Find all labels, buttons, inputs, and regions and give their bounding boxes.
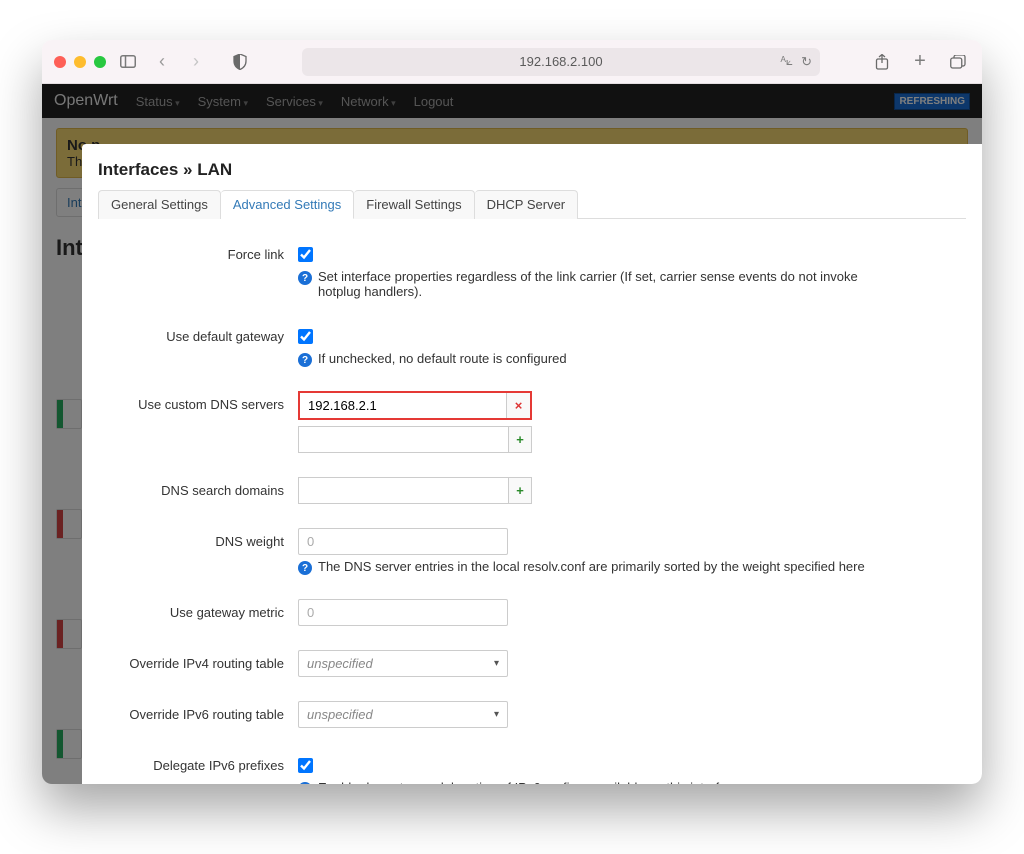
advanced-settings-form: Force link ? Set interface properties re… (98, 219, 966, 784)
custom-dns-entry: × (298, 391, 532, 420)
custom-dns-new-input[interactable] (298, 426, 508, 453)
add-dns-button[interactable]: + (508, 426, 532, 453)
remove-dns-button[interactable]: × (506, 393, 530, 418)
dns-search-add-row: + (298, 477, 532, 504)
dns-weight-label: DNS weight (98, 528, 298, 549)
shield-icon[interactable] (228, 50, 252, 74)
interface-edit-modal: Interfaces » LAN General Settings Advanc… (82, 144, 982, 784)
modal-title: Interfaces » LAN (98, 152, 966, 190)
delegate-ipv6-checkbox[interactable] (298, 758, 313, 773)
delegate-ipv6-help: Enable downstream delegation of IPv6 pre… (318, 780, 740, 784)
dns-weight-input[interactable] (298, 528, 508, 555)
share-icon[interactable] (870, 50, 894, 74)
override-ipv6-value: unspecified (307, 707, 373, 722)
default-gateway-label: Use default gateway (98, 323, 298, 344)
modal-tabs: General Settings Advanced Settings Firew… (98, 190, 966, 219)
tab-firewall-settings[interactable]: Firewall Settings (354, 190, 474, 219)
back-button[interactable]: ‹ (150, 50, 174, 74)
custom-dns-add-row: + (298, 426, 532, 453)
translate-icon[interactable]: ᴬ⟀ (780, 54, 793, 70)
override-ipv4-label: Override IPv4 routing table (98, 650, 298, 671)
minimize-window-button[interactable] (74, 56, 86, 68)
window-controls (54, 56, 106, 68)
help-icon[interactable]: ? (298, 353, 312, 367)
custom-dns-input[interactable] (300, 393, 506, 418)
help-icon[interactable]: ? (298, 271, 312, 285)
force-link-help: Set interface properties regardless of t… (318, 269, 878, 299)
default-gateway-checkbox[interactable] (298, 329, 313, 344)
default-gateway-help: If unchecked, no default route is config… (318, 351, 567, 366)
browser-window: ‹ › 192.168.2.100 ᴬ⟀ ↻ + OpenWrt St (42, 40, 982, 784)
chevron-down-icon: ▾ (494, 658, 499, 669)
gateway-metric-input[interactable] (298, 599, 508, 626)
tab-dhcp-server[interactable]: DHCP Server (475, 190, 579, 219)
dns-weight-help: The DNS server entries in the local reso… (318, 559, 865, 574)
browser-toolbar: ‹ › 192.168.2.100 ᴬ⟀ ↻ + (42, 40, 982, 84)
dns-search-input[interactable] (298, 477, 508, 504)
new-tab-icon[interactable]: + (908, 50, 932, 74)
forward-button[interactable]: › (184, 50, 208, 74)
delegate-ipv6-label: Delegate IPv6 prefixes (98, 752, 298, 773)
chevron-down-icon: ▾ (494, 709, 499, 720)
sidebar-toggle-icon[interactable] (116, 50, 140, 74)
tab-general-settings[interactable]: General Settings (98, 190, 221, 219)
close-window-button[interactable] (54, 56, 66, 68)
override-ipv4-select[interactable]: unspecified ▾ (298, 650, 508, 677)
maximize-window-button[interactable] (94, 56, 106, 68)
gateway-metric-label: Use gateway metric (98, 599, 298, 620)
address-bar[interactable]: 192.168.2.100 ᴬ⟀ ↻ (302, 48, 820, 76)
override-ipv6-label: Override IPv6 routing table (98, 701, 298, 722)
help-icon[interactable]: ? (298, 782, 312, 784)
add-dns-search-button[interactable]: + (508, 477, 532, 504)
override-ipv6-select[interactable]: unspecified ▾ (298, 701, 508, 728)
help-icon[interactable]: ? (298, 561, 312, 575)
url-text: 192.168.2.100 (519, 54, 602, 69)
tabs-icon[interactable] (946, 50, 970, 74)
custom-dns-label: Use custom DNS servers (98, 391, 298, 412)
tab-advanced-settings[interactable]: Advanced Settings (221, 190, 354, 219)
force-link-checkbox[interactable] (298, 247, 313, 262)
override-ipv4-value: unspecified (307, 656, 373, 671)
force-link-label: Force link (98, 241, 298, 262)
page-content: OpenWrt Status System Services Network L… (42, 84, 982, 784)
reload-icon[interactable]: ↻ (801, 54, 812, 70)
dns-search-label: DNS search domains (98, 477, 298, 498)
